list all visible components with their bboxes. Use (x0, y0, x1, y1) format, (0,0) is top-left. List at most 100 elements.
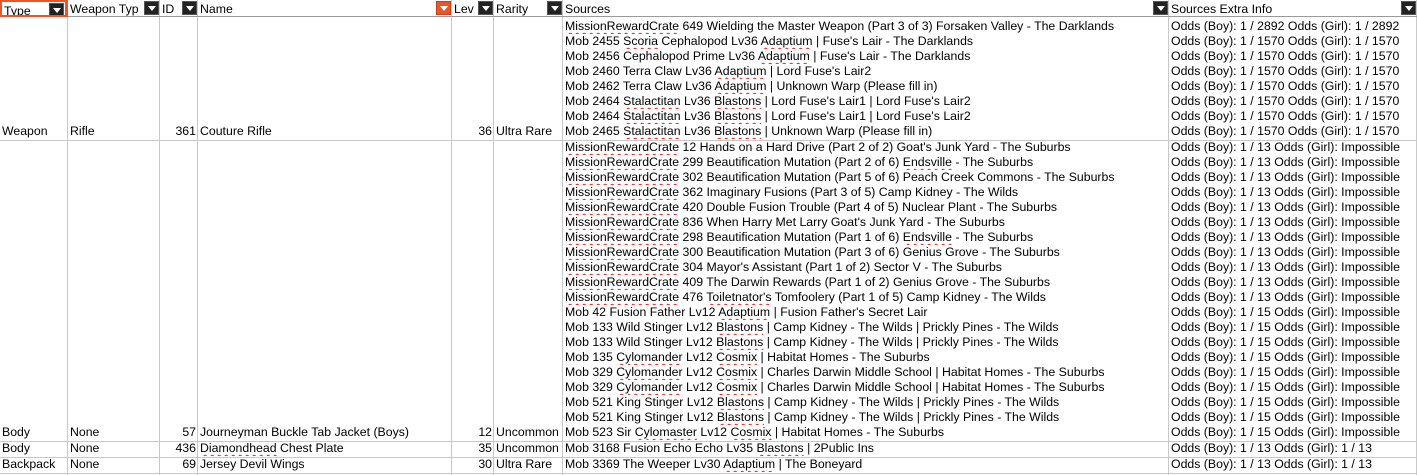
source-extra-line[interactable]: Odds (Boy): 1 / 15 Odds (Girl): Impossib… (1169, 335, 1417, 350)
source-extra-line[interactable]: Odds (Boy): 1 / 13 Odds (Girl): Impossib… (1169, 230, 1417, 245)
source-line[interactable]: Mob 133 Wild Stinger Lv12 Blastons | Cam… (563, 335, 1171, 350)
source-extra-line[interactable]: Odds (Boy): 1 / 1570 Odds (Girl): 1 / 15… (1169, 94, 1417, 109)
cell-rarity[interactable]: Uncommon (494, 441, 565, 456)
cell-level[interactable]: 36 (452, 124, 494, 139)
source-extra-line[interactable]: Odds (Boy): 1 / 15 Odds (Girl): Impossib… (1169, 410, 1417, 425)
source-line[interactable]: Mob 523 Sir Cylomaster Lv12 Cosmix | Hab… (563, 425, 1171, 440)
source-line[interactable]: Mob 3168 Fusion Echo Echo Lv35 Blastons … (563, 441, 1171, 456)
filter-dropdown-icon[interactable] (49, 3, 64, 15)
cell-type[interactable]: Body (0, 425, 70, 440)
source-line[interactable]: Mob 521 King Stinger Lv12 Blastons | Cam… (563, 395, 1171, 410)
source-line[interactable]: MissionRewardCrate 304 Mayor's Assistant… (563, 260, 1171, 275)
source-extra-line[interactable]: Odds (Boy): 1 / 15 Odds (Girl): Impossib… (1169, 350, 1417, 365)
cell-weapon-type[interactable]: Rifle (68, 124, 162, 139)
source-line[interactable]: MissionRewardCrate 362 Imaginary Fusions… (563, 185, 1171, 200)
source-extra-line[interactable]: Odds (Boy): 1 / 1570 Odds (Girl): 1 / 15… (1169, 64, 1417, 79)
source-extra-line[interactable]: Odds (Boy): 1 / 13 Odds (Girl): Impossib… (1169, 200, 1417, 215)
source-line[interactable]: MissionRewardCrate 299 Beautification Mu… (563, 155, 1171, 170)
header-type[interactable]: Type (0, 0, 68, 17)
source-extra-line[interactable]: Odds (Boy): 1 / 15 Odds (Girl): Impossib… (1169, 365, 1417, 380)
cell-weapon-type[interactable]: None (68, 425, 162, 440)
source-extra-line[interactable]: Odds (Boy): 1 / 13 Odds (Girl): 1 / 13 (1169, 457, 1417, 472)
source-line[interactable]: Mob 2465 Stalactitan Lv36 Blastons | Unk… (563, 124, 1171, 139)
source-line[interactable]: MissionRewardCrate 476 Toiletnator's Tom… (563, 290, 1171, 305)
source-line[interactable]: Mob 135 Cylomander Lv12 Cosmix | Habitat… (563, 350, 1171, 365)
source-extra-line[interactable]: Odds (Boy): 1 / 13 Odds (Girl): Impossib… (1169, 170, 1417, 185)
cell-rarity[interactable]: Uncommon (494, 425, 565, 440)
cell-level[interactable]: 30 (452, 457, 494, 472)
source-line[interactable]: MissionRewardCrate 302 Beautification Mu… (563, 170, 1171, 185)
filter-dropdown-icon[interactable] (1401, 1, 1416, 15)
source-line[interactable]: Mob 329 Cylomander Lv12 Cosmix | Charles… (563, 365, 1171, 380)
cell-name[interactable]: Journeyman Buckle Tab Jacket (Boys) (198, 425, 454, 440)
cell-id[interactable]: 361 (160, 124, 198, 139)
header-name[interactable]: Name (198, 0, 452, 17)
filter-dropdown-icon[interactable] (478, 1, 493, 15)
header-rarity[interactable]: Rarity (494, 0, 563, 17)
source-line[interactable]: MissionRewardCrate 420 Double Fusion Tro… (563, 200, 1171, 215)
source-line[interactable]: MissionRewardCrate 836 When Harry Met La… (563, 215, 1171, 230)
source-extra-line[interactable]: Odds (Boy): 1 / 1570 Odds (Girl): 1 / 15… (1169, 124, 1417, 139)
cell-rarity[interactable]: Ultra Rare (494, 124, 565, 139)
source-extra-line[interactable]: Odds (Boy): 1 / 13 Odds (Girl): Impossib… (1169, 140, 1417, 155)
filter-dropdown-icon[interactable] (144, 1, 159, 15)
source-line[interactable]: Mob 3369 The Weeper Lv30 Adaptium | The … (563, 457, 1171, 472)
cell-name[interactable]: Couture Rifle (198, 124, 454, 139)
source-extra-line[interactable]: Odds (Boy): 1 / 1570 Odds (Girl): 1 / 15… (1169, 79, 1417, 94)
cell-rarity[interactable]: Ultra Rare (494, 457, 565, 472)
source-line[interactable]: Mob 329 Cylomander Lv12 Cosmix | Charles… (563, 380, 1171, 395)
source-line[interactable]: MissionRewardCrate 300 Beautification Mu… (563, 245, 1171, 260)
source-extra-line[interactable]: Odds (Boy): 1 / 15 Odds (Girl): Impossib… (1169, 305, 1417, 320)
header-level[interactable]: Lev (452, 0, 494, 17)
source-extra-line[interactable]: Odds (Boy): 1 / 1570 Odds (Girl): 1 / 15… (1169, 109, 1417, 124)
source-extra-line[interactable]: Odds (Boy): 1 / 1570 Odds (Girl): 1 / 15… (1169, 49, 1417, 64)
source-line[interactable]: Mob 42 Fusion Father Lv12 Adaptium | Fus… (563, 305, 1171, 320)
filter-dropdown-icon[interactable] (182, 1, 197, 15)
source-extra-line[interactable]: Odds (Boy): 1 / 13 Odds (Girl): Impossib… (1169, 155, 1417, 170)
source-extra-line[interactable]: Odds (Boy): 1 / 13 Odds (Girl): Impossib… (1169, 245, 1417, 260)
source-line[interactable]: MissionRewardCrate 409 The Darwin Reward… (563, 275, 1171, 290)
filter-dropdown-icon[interactable] (547, 1, 562, 15)
source-extra-line[interactable]: Odds (Boy): 1 / 15 Odds (Girl): Impossib… (1169, 395, 1417, 410)
source-extra-line[interactable]: Odds (Boy): 1 / 13 Odds (Girl): Impossib… (1169, 215, 1417, 230)
cell-type[interactable]: Weapon (0, 124, 70, 139)
header-sources-extra[interactable]: Sources Extra Info (1169, 0, 1417, 17)
filter-dropdown-icon[interactable] (1153, 1, 1168, 15)
cell-name[interactable]: Diamondhead Chest Plate (198, 441, 454, 456)
source-line[interactable]: MissionRewardCrate 298 Beautification Mu… (563, 230, 1171, 245)
header-weapon-type[interactable]: Weapon Typ (68, 0, 160, 17)
source-line[interactable]: Mob 2456 Cephalopod Prime Lv36 Adaptium … (563, 49, 1171, 64)
source-line[interactable]: Mob 2460 Terra Claw Lv36 Adaptium | Lord… (563, 64, 1171, 79)
cell-weapon-type[interactable]: None (68, 457, 162, 472)
cell-type[interactable]: Body (0, 441, 70, 456)
source-line[interactable]: Mob 2464 Stalactitan Lv36 Blastons | Lor… (563, 109, 1171, 124)
cell-id[interactable]: 436 (160, 441, 198, 456)
source-extra-line[interactable]: Odds (Boy): 1 / 13 Odds (Girl): Impossib… (1169, 260, 1417, 275)
filter-dropdown-icon[interactable] (436, 1, 451, 15)
source-extra-line[interactable]: Odds (Boy): 1 / 1570 Odds (Girl): 1 / 15… (1169, 34, 1417, 49)
header-id[interactable]: ID (160, 0, 198, 17)
source-line[interactable]: MissionRewardCrate 12 Hands on a Hard Dr… (563, 140, 1171, 155)
source-extra-line[interactable]: Odds (Boy): 1 / 13 Odds (Girl): Impossib… (1169, 290, 1417, 305)
source-extra-line[interactable]: Odds (Boy): 1 / 13 Odds (Girl): Impossib… (1169, 185, 1417, 200)
source-line[interactable]: Mob 2464 Stalactitan Lv36 Blastons | Lor… (563, 94, 1171, 109)
cell-level[interactable]: 35 (452, 441, 494, 456)
source-extra-line[interactable]: Odds (Boy): 1 / 13 Odds (Girl): Impossib… (1169, 275, 1417, 290)
cell-id[interactable]: 57 (160, 425, 198, 440)
source-line[interactable]: Mob 2462 Terra Claw Lv36 Adaptium | Unkn… (563, 79, 1171, 94)
source-extra-line[interactable]: Odds (Boy): 1 / 15 Odds (Girl): Impossib… (1169, 380, 1417, 395)
source-extra-line[interactable]: Odds (Boy): 1 / 15 Odds (Girl): Impossib… (1169, 320, 1417, 335)
cell-type[interactable]: Backpack (0, 457, 70, 472)
cell-weapon-type[interactable]: None (68, 441, 162, 456)
header-sources[interactable]: Sources (563, 0, 1169, 17)
source-extra-line[interactable]: Odds (Boy): 1 / 15 Odds (Girl): Impossib… (1169, 425, 1417, 440)
cell-level[interactable]: 12 (452, 425, 494, 440)
source-extra-line[interactable]: Odds (Boy): 1 / 13 Odds (Girl): 1 / 13 (1169, 441, 1417, 456)
source-line[interactable]: MissionRewardCrate 649 Wielding the Mast… (563, 19, 1171, 34)
cell-id[interactable]: 69 (160, 457, 198, 472)
source-line[interactable]: Mob 521 King Stinger Lv12 Blastons | Cam… (563, 410, 1171, 425)
source-line[interactable]: Mob 133 Wild Stinger Lv12 Blastons | Cam… (563, 320, 1171, 335)
cell-name[interactable]: Jersey Devil Wings (198, 457, 454, 472)
source-extra-line[interactable]: Odds (Boy): 1 / 2892 Odds (Girl): 1 / 28… (1169, 19, 1417, 34)
source-line[interactable]: Mob 2455 Scoria Cephalopod Lv36 Adaptium… (563, 34, 1171, 49)
